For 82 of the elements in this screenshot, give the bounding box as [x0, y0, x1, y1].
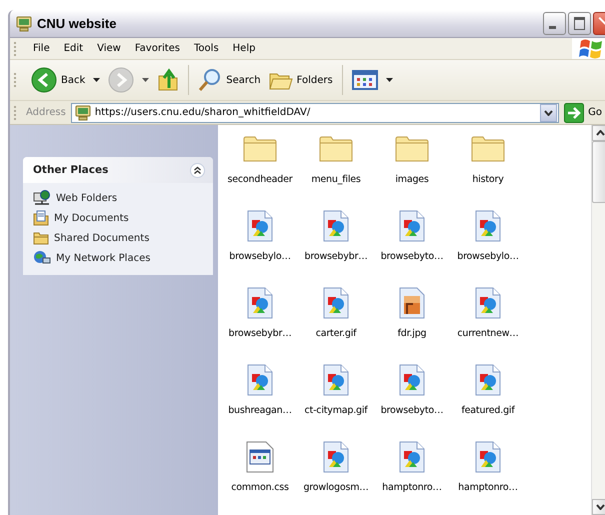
menu-item[interactable]: Favorites	[128, 41, 188, 56]
image-file-icon[interactable]	[247, 287, 273, 319]
place-link[interactable]: My Documents	[54, 212, 129, 224]
search-button[interactable]: Search	[195, 66, 264, 94]
image-file-icon[interactable]	[475, 364, 501, 396]
image-file-icon[interactable]	[323, 441, 349, 473]
image-file-icon[interactable]	[475, 210, 501, 242]
menu-item[interactable]: Tools	[187, 41, 226, 56]
image-file-icon[interactable]	[323, 210, 349, 242]
file-name[interactable]: images	[395, 174, 429, 185]
place-link[interactable]: Shared Documents	[54, 232, 150, 244]
menu-item[interactable]: File	[26, 41, 57, 56]
caret-icon	[386, 78, 393, 82]
panel-header[interactable]: Other Places	[23, 157, 213, 183]
place-link[interactable]: My Network Places	[56, 252, 150, 264]
image-file-icon[interactable]	[323, 287, 349, 319]
file-name[interactable]: browsebyto…	[380, 251, 444, 262]
collapse-icon[interactable]	[190, 162, 205, 178]
image-file-icon[interactable]	[247, 364, 273, 396]
globe-computer-icon[interactable]	[33, 250, 51, 266]
windows-flag-icon	[578, 36, 604, 60]
file-name[interactable]: common.css	[231, 482, 289, 493]
file-name[interactable]: browsebybr…	[228, 328, 292, 339]
folder-icon[interactable]	[33, 231, 49, 245]
go-button[interactable]: Go	[559, 102, 602, 122]
menu-item[interactable]: Edit	[56, 41, 90, 56]
file-name[interactable]: growlogosm…	[303, 482, 369, 493]
chevron-down-icon	[596, 504, 604, 510]
file-name[interactable]: carter.gif	[316, 328, 356, 339]
scrollbar[interactable]	[591, 125, 605, 515]
menu-item[interactable]: Help	[226, 41, 262, 56]
address-field[interactable]: https://users.cnu.edu/sharon_whitfieldDAV/	[70, 102, 560, 122]
search-icon	[198, 68, 222, 92]
folder-icon[interactable]	[243, 135, 277, 163]
file-name[interactable]: browsebylo…	[457, 251, 519, 262]
file-name[interactable]: currentnew…	[457, 328, 519, 339]
place-link[interactable]: Web Folders	[56, 192, 118, 204]
computer-icon	[15, 16, 33, 32]
file-name[interactable]: featured.gif	[462, 405, 514, 416]
file-name[interactable]: hamptonro…	[382, 482, 442, 493]
image-file-icon[interactable]	[323, 364, 349, 396]
computer-icon	[74, 104, 92, 120]
network-computer-icon[interactable]	[33, 190, 51, 206]
file-name[interactable]: browsebyto…	[380, 405, 444, 416]
file-name[interactable]: history	[472, 174, 504, 185]
image-file-icon[interactable]	[399, 210, 425, 242]
folder-icon[interactable]	[471, 135, 505, 163]
folder-icon[interactable]	[395, 135, 429, 163]
file-name[interactable]: ct-citymap.gif	[304, 405, 368, 416]
dropdown-button[interactable]	[540, 104, 558, 122]
image-file-icon[interactable]	[399, 364, 425, 396]
folders-button[interactable]: Folders	[266, 67, 336, 93]
address-label: Address	[26, 107, 66, 118]
menu-item[interactable]: View	[90, 41, 128, 56]
scroll-down-button[interactable]	[592, 499, 605, 515]
minimize-button[interactable]	[543, 12, 566, 35]
image-file-icon[interactable]	[399, 441, 425, 473]
scroll-up-button[interactable]	[592, 125, 605, 141]
file-name[interactable]: fdr.jpg	[398, 328, 426, 339]
file-name[interactable]: hamptonro…	[458, 482, 518, 493]
file-name[interactable]: secondheader	[228, 174, 292, 185]
file-name[interactable]: browsebylo…	[229, 251, 291, 262]
up-folder-icon	[157, 68, 180, 92]
window-title: CNU website	[37, 16, 118, 31]
caret-icon	[142, 78, 150, 82]
file-name[interactable]: browsebybr…	[304, 251, 368, 262]
chevron-down-icon	[544, 110, 554, 116]
file-name[interactable]: menu_files	[311, 174, 361, 185]
image-file-icon[interactable]	[247, 210, 273, 242]
stylesheet-file-icon[interactable]	[246, 441, 274, 473]
chevron-up-icon	[596, 130, 604, 136]
image-file-icon[interactable]	[475, 441, 501, 473]
folder-icon[interactable]	[319, 135, 353, 163]
image-file-icon[interactable]	[475, 287, 501, 319]
photo-file-icon[interactable]	[399, 287, 425, 319]
file-name[interactable]: bushreagan…	[228, 405, 292, 416]
caret-icon	[93, 78, 100, 82]
scroll-thumb[interactable]	[592, 141, 605, 203]
back-button[interactable]: Back	[28, 65, 104, 95]
maximize-button[interactable]	[568, 12, 591, 35]
views-icon	[352, 70, 378, 90]
documents-folder-icon[interactable]	[33, 210, 49, 226]
